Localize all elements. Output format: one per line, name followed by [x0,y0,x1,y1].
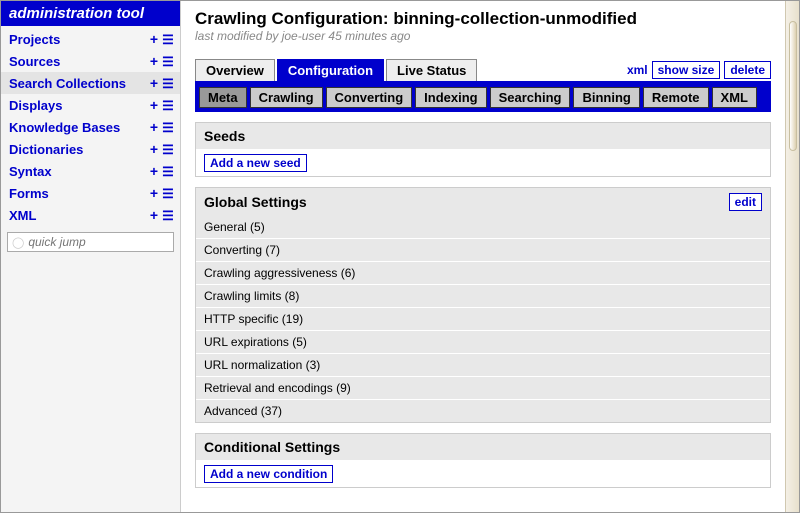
sidebar-item-label: Search Collections [9,76,148,91]
last-modified: last modified by joe-user 45 minutes ago [195,29,771,43]
plus-icon[interactable]: + [148,185,160,201]
sidebar-item-label: Knowledge Bases [9,120,148,135]
conditional-settings-title: Conditional Settings [204,439,340,455]
tab-row: OverviewConfigurationLive Status xml sho… [195,59,771,83]
setting-row[interactable]: Crawling limits (8) [196,284,770,307]
setting-row[interactable]: URL normalization (3) [196,353,770,376]
sidebar-item-knowledge-bases[interactable]: Knowledge Bases+☰ [1,116,180,138]
setting-row[interactable]: Retrieval and encodings (9) [196,376,770,399]
sidebar-item-displays[interactable]: Displays+☰ [1,94,180,116]
subtab-converting[interactable]: Converting [326,87,413,108]
sidebar-item-label: XML [9,208,148,223]
global-settings-header: Global Settings edit [196,188,770,216]
sidebar-item-sources[interactable]: Sources+☰ [1,50,180,72]
global-settings-title: Global Settings [204,194,307,210]
sidebar-item-label: Dictionaries [9,142,148,157]
sidebar-item-syntax[interactable]: Syntax+☰ [1,160,180,182]
delete-button[interactable]: delete [724,61,771,79]
page-title: Crawling Configuration: binning-collecti… [195,9,771,29]
subtab-meta[interactable]: Meta [199,87,247,108]
quick-jump-input[interactable] [28,235,169,249]
sidebar-item-label: Forms [9,186,148,201]
menu-icon[interactable]: ☰ [162,121,174,134]
menu-icon[interactable]: ☰ [162,165,174,178]
seeds-title: Seeds [204,128,245,144]
sidebar-item-label: Projects [9,32,148,47]
search-icon: ◯ [12,236,24,249]
scrollbar[interactable] [785,1,799,512]
tab-configuration[interactable]: Configuration [277,59,384,81]
menu-icon[interactable]: ☰ [162,187,174,200]
setting-row[interactable]: HTTP specific (19) [196,307,770,330]
app-title: administration tool [1,1,180,26]
main-content: Crawling Configuration: binning-collecti… [181,1,785,512]
plus-icon[interactable]: + [148,31,160,47]
subtab-searching[interactable]: Searching [490,87,571,108]
menu-icon[interactable]: ☰ [162,55,174,68]
menu-icon[interactable]: ☰ [162,33,174,46]
xml-link[interactable]: xml [627,63,648,77]
subtab-xml[interactable]: XML [712,87,757,108]
sidebar: administration tool Projects+☰Sources+☰S… [1,1,181,512]
subtab-indexing[interactable]: Indexing [415,87,486,108]
subtab-crawling[interactable]: Crawling [250,87,323,108]
menu-icon[interactable]: ☰ [162,77,174,90]
conditional-settings-header: Conditional Settings [196,434,770,460]
conditional-settings-section: Conditional Settings Add a new condition [195,433,771,488]
setting-row[interactable]: Crawling aggressiveness (6) [196,261,770,284]
plus-icon[interactable]: + [148,163,160,179]
edit-button[interactable]: edit [729,193,762,211]
menu-icon[interactable]: ☰ [162,143,174,156]
add-condition-button[interactable]: Add a new condition [204,465,333,483]
menu-icon[interactable]: ☰ [162,209,174,222]
sidebar-item-label: Syntax [9,164,148,179]
quick-jump[interactable]: ◯ [7,232,174,252]
sidebar-item-label: Displays [9,98,148,113]
scrollbar-thumb[interactable] [789,21,797,151]
sidebar-item-xml[interactable]: XML+☰ [1,204,180,226]
global-settings-section: Global Settings edit General (5)Converti… [195,187,771,423]
plus-icon[interactable]: + [148,97,160,113]
seeds-section: Seeds Add a new seed [195,122,771,177]
setting-row[interactable]: Converting (7) [196,238,770,261]
tab-overview[interactable]: Overview [195,59,275,81]
plus-icon[interactable]: + [148,53,160,69]
sidebar-item-projects[interactable]: Projects+☰ [1,28,180,50]
plus-icon[interactable]: + [148,75,160,91]
plus-icon[interactable]: + [148,141,160,157]
tab-actions: xml show size delete [627,61,771,81]
subtab-binning[interactable]: Binning [573,87,639,108]
sidebar-item-dictionaries[interactable]: Dictionaries+☰ [1,138,180,160]
add-seed-button[interactable]: Add a new seed [204,154,307,172]
sidebar-item-label: Sources [9,54,148,69]
menu-icon[interactable]: ☰ [162,99,174,112]
subtab-bar: MetaCrawlingConvertingIndexingSearchingB… [195,83,771,112]
setting-row[interactable]: Advanced (37) [196,399,770,422]
show-size-button[interactable]: show size [652,61,721,79]
seeds-header: Seeds [196,123,770,149]
plus-icon[interactable]: + [148,207,160,223]
setting-row[interactable]: General (5) [196,216,770,238]
sidebar-item-forms[interactable]: Forms+☰ [1,182,180,204]
sidebar-item-search-collections[interactable]: Search Collections+☰ [1,72,180,94]
tab-live-status[interactable]: Live Status [386,59,477,81]
plus-icon[interactable]: + [148,119,160,135]
subtab-remote[interactable]: Remote [643,87,709,108]
setting-row[interactable]: URL expirations (5) [196,330,770,353]
